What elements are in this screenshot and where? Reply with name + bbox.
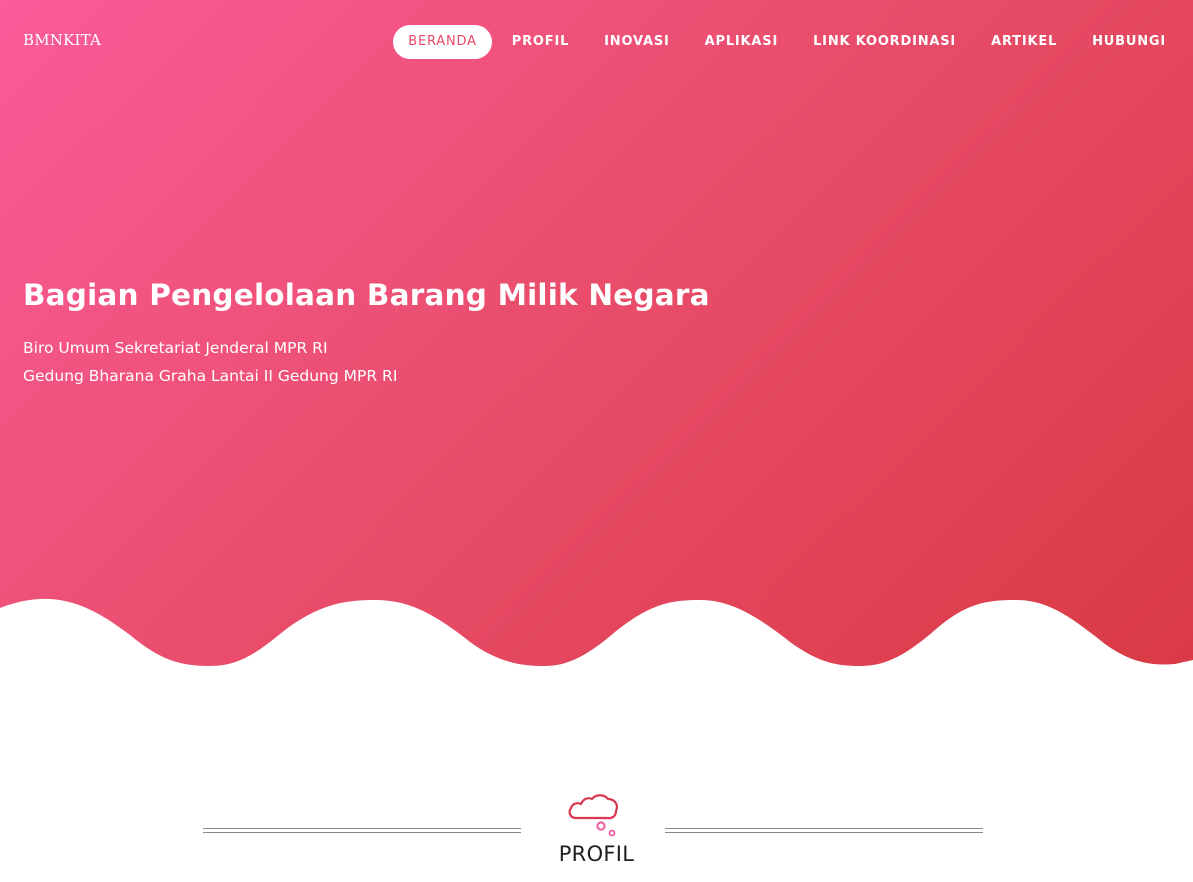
thought-cloud-icon (568, 794, 618, 837)
hero-subtitle: Biro Umum Sekretariat Jenderal MPR RI Ge… (23, 334, 397, 390)
section-divider-left (203, 828, 521, 833)
section-title: PROFIL (558, 842, 635, 866)
hero-subtitle-line-1: Biro Umum Sekretariat Jenderal MPR RI (23, 339, 328, 357)
brand-logo[interactable]: BMNKITA (23, 31, 101, 49)
nav-item-hubungi[interactable]: HUBUNGI (1077, 24, 1181, 59)
nav-item-beranda[interactable]: BERANDA (393, 24, 492, 59)
main-nav: BERANDA PROFIL INOVASI APLIKASI LINK KOO… (388, 24, 1181, 59)
nav-item-link-koordinasi[interactable]: LINK KOORDINASI (798, 24, 971, 59)
wave-divider (0, 598, 1193, 680)
page: BMNKITA BERANDA PROFIL INOVASI APLIKASI … (0, 0, 1193, 882)
hero-subtitle-line-2: Gedung Bharana Graha Lantai II Gedung MP… (23, 367, 398, 385)
section-divider-right (665, 828, 983, 833)
nav-item-profil[interactable]: PROFIL (497, 24, 584, 59)
nav-item-aplikasi[interactable]: APLIKASI (690, 24, 793, 59)
hero-title: Bagian Pengelolaan Barang Milik Negara (23, 278, 710, 312)
nav-item-inovasi[interactable]: INOVASI (589, 24, 684, 59)
nav-item-artikel[interactable]: ARTIKEL (976, 24, 1072, 59)
profil-section: PROFIL (0, 780, 1193, 882)
